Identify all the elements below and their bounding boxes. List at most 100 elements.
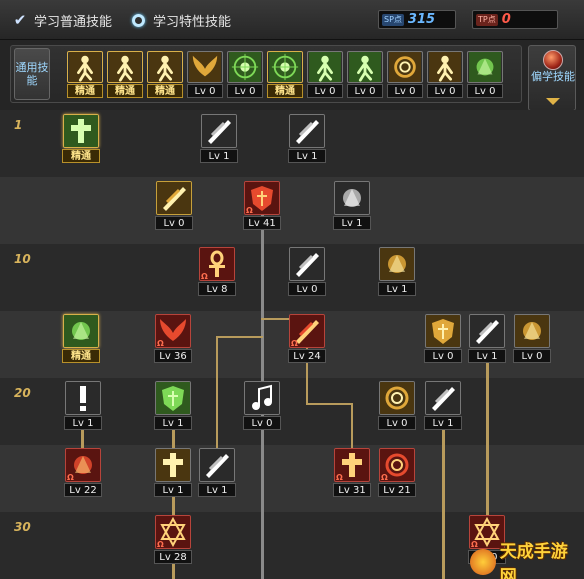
skill-level-label: Lv 0 — [424, 349, 462, 363]
tp-tag: TP点 — [476, 13, 498, 26]
skill-level-label: Lv 1 — [200, 149, 238, 163]
skill-slot[interactable]: Lv 1 — [424, 380, 462, 431]
quickbar-skill-slot[interactable]: Lv 0 — [347, 51, 383, 99]
quickbar-skill-slot[interactable]: 精通 — [147, 51, 183, 99]
quickbar-skill-label: 精通 — [267, 84, 303, 98]
bias-skills-label: 偏学技能 — [531, 70, 575, 83]
skill-slot[interactable]: Ω Lv 28 — [154, 514, 192, 565]
cross-shield-icon — [155, 448, 191, 482]
wing-crest-icon — [187, 51, 223, 83]
skill-badge: Ω — [157, 339, 164, 348]
quickbar-skill-label: Lv 0 — [307, 84, 343, 98]
slash-sparks-icon — [199, 448, 235, 482]
skill-level-label: Lv 0 — [155, 216, 193, 230]
skill-slot[interactable]: Ω Lv 22 — [64, 447, 102, 498]
skill-level-label: Lv 1 — [288, 149, 326, 163]
skill-slot[interactable]: Ω Lv 8 — [198, 246, 236, 297]
skill-slot[interactable]: 精通 — [62, 313, 100, 364]
sp-points-display: SP点 315 — [378, 10, 456, 29]
skill-slot[interactable]: Ω Lv 24 — [288, 313, 326, 364]
exclaim-icon — [65, 381, 101, 415]
skill-slot[interactable]: Lv 0 — [155, 180, 193, 231]
red-orb-icon — [543, 50, 563, 70]
green-figure-icon — [309, 52, 341, 82]
golden-ring-icon — [379, 381, 415, 415]
skill-slot[interactable]: Lv 0 — [288, 246, 326, 297]
music-note-icon — [244, 381, 280, 415]
skill-connector-line — [442, 426, 445, 579]
level-marker: 30 — [14, 520, 31, 534]
skill-connector-line — [306, 403, 353, 405]
quickbar-skill-slot[interactable]: 精通 — [67, 51, 103, 99]
skill-level-label: Lv 21 — [378, 483, 416, 497]
golden-warrior-icon — [429, 52, 461, 82]
leap-figure-icon — [149, 52, 181, 82]
tree-row — [0, 177, 584, 244]
crouch-figure-icon — [109, 52, 141, 82]
quickbar-skill-slot[interactable]: 精通 — [267, 51, 303, 99]
green-figure-icon — [307, 51, 343, 83]
spiral-eye-icon — [389, 52, 421, 82]
skill-slot[interactable]: Ω Lv 36 — [154, 313, 192, 364]
radio-learn-common[interactable]: ✔ 学习普通技能 — [12, 10, 112, 30]
yellow-slash-icon — [201, 114, 237, 148]
level-marker: 10 — [14, 252, 31, 266]
skill-level-label: Lv 1 — [64, 416, 102, 430]
skill-level-label: Lv 0 — [243, 416, 281, 430]
skill-slot[interactable]: Lv 1 — [288, 113, 326, 164]
skill-window: ✔ 学习普通技能 学习特性技能 SP点 315 TP点 0 通用技能 精通 精通… — [0, 0, 584, 579]
quickbar-skill-slot[interactable]: Lv 0 — [467, 51, 503, 99]
skill-slot[interactable]: Lv 0 — [243, 380, 281, 431]
green-dash-icon — [469, 52, 501, 82]
general-skills-button[interactable]: 通用技能 — [14, 48, 50, 100]
quickbar-skill-slot[interactable]: Lv 0 — [307, 51, 343, 99]
burst-arrow-icon — [334, 181, 370, 215]
skill-level-label: Lv 0 — [513, 349, 551, 363]
spear-thrust-icon — [469, 314, 505, 348]
skill-slot[interactable]: Lv 1 — [333, 180, 371, 231]
quickbar-skill-label: Lv 0 — [427, 84, 463, 98]
quickbar-skill-label: 精通 — [107, 84, 143, 98]
quickbar-skill-slot[interactable]: Lv 0 — [427, 51, 463, 99]
skill-slot[interactable]: Ω Lv 21 — [378, 447, 416, 498]
skill-slot[interactable]: Lv 1 — [198, 447, 236, 498]
skill-slot[interactable]: Lv 1 — [64, 380, 102, 431]
quickbar-skill-label: Lv 0 — [467, 84, 503, 98]
green-figure-icon — [347, 51, 383, 83]
sword-down-icon — [425, 381, 461, 415]
skill-slot[interactable]: Lv 1 — [200, 113, 238, 164]
quickbar-skill-slot[interactable]: Lv 0 — [227, 51, 263, 99]
skill-slot[interactable]: 精通 — [62, 113, 100, 164]
skill-level-label: Lv 1 — [198, 483, 236, 497]
skill-slot[interactable]: Lv 1 — [378, 246, 416, 297]
radio-learn-trait[interactable]: 学习特性技能 — [132, 10, 231, 30]
skill-level-label: Lv 1 — [333, 216, 371, 230]
skill-slot[interactable]: Ω Lv 41 — [243, 180, 281, 231]
quickbar-skill-slot[interactable]: 精通 — [107, 51, 143, 99]
spiral-eye-icon — [387, 51, 423, 83]
wing-crest-icon — [189, 52, 221, 82]
green-figure-icon — [349, 52, 381, 82]
skill-slot[interactable]: Lv 1 — [468, 313, 506, 364]
quickbar-skill-slot[interactable]: Lv 0 — [187, 51, 223, 99]
crest-knot-icon — [379, 247, 415, 281]
skill-level-label: Lv 1 — [468, 349, 506, 363]
skill-slot[interactable]: Lv 1 — [154, 447, 192, 498]
claw-slash-icon — [289, 247, 325, 281]
quickbar-skill-slot[interactable]: Lv 0 — [387, 51, 423, 99]
skill-slot[interactable]: Lv 0 — [378, 380, 416, 431]
skill-slot[interactable]: Lv 0 — [513, 313, 551, 364]
sp-value: 315 — [407, 12, 436, 27]
skill-badge: Ω — [291, 339, 298, 348]
skill-slot[interactable]: Ω Lv 31 — [333, 447, 371, 498]
quickbar-skill-label: 精通 — [67, 84, 103, 98]
skill-slot[interactable]: Lv 0 — [424, 313, 462, 364]
skill-level-label: Lv 1 — [378, 282, 416, 296]
golden-shield-sword-icon — [425, 314, 461, 348]
skill-slot[interactable]: Lv 1 — [154, 380, 192, 431]
skill-connector-line — [351, 403, 353, 448]
skill-level-label: Lv 1 — [154, 416, 192, 430]
tp-value: 0 — [501, 12, 511, 27]
bias-skills-button[interactable]: 偏学技能 — [528, 45, 576, 111]
level-marker: 1 — [14, 118, 23, 132]
